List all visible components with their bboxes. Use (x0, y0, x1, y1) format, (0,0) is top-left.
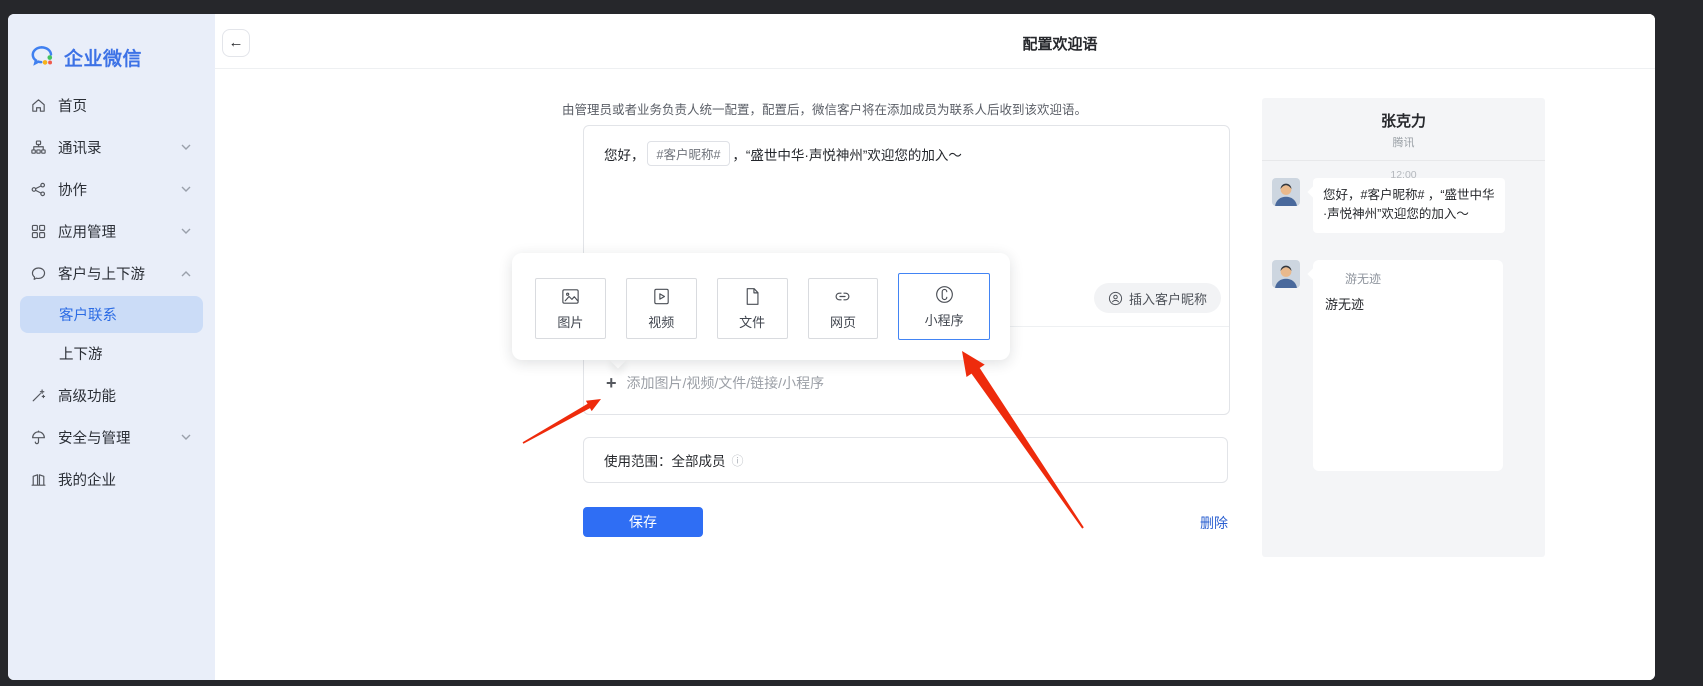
logo-text: 企业微信 (64, 44, 142, 71)
advanced-features-icon (30, 387, 47, 404)
chevron-down-icon (181, 186, 191, 193)
main-header: ← 配置欢迎语 (215, 14, 1655, 69)
person-circle-icon (1108, 291, 1123, 306)
greeting-prefix: 您好， (604, 144, 645, 164)
sidebar-item-customer-upstream[interactable]: 客户与上下游 (8, 252, 215, 294)
info-icon: ⓘ (732, 452, 744, 469)
app-management-icon (30, 223, 47, 240)
greeting-suffix: ，“盛世中华·声悦神州”欢迎您的加入～ (732, 144, 962, 164)
chat-preview-panel: 张克力 腾讯 12:00 您好，#客户昵称# ，“盛世中华·声悦神州”欢迎您的加… (1262, 98, 1545, 557)
popup-option-miniprogram[interactable]: 小程序 (898, 273, 990, 340)
instruction-text: 由管理员或者业务负责人统一配置，配置后，微信客户将在添加成员为联系人后收到该欢迎… (562, 99, 1087, 118)
sidebar-item-customer-contact[interactable]: 客户联系 (20, 296, 203, 333)
popup-option-label: 小程序 (925, 310, 964, 329)
miniprogram-source-name: 游无迹 (1345, 270, 1381, 287)
wecom-logo[interactable]: 企业微信 (8, 14, 215, 72)
sidebar-item-label: 协作 (58, 179, 181, 200)
miniprogram-title: 游无迹 (1325, 294, 1491, 313)
miniprogram-cover-logo (1352, 333, 1464, 425)
sidebar-item-label: 高级功能 (58, 385, 215, 406)
app-window: 企业微信 首页 通讯录 协作 应用 (8, 14, 1655, 680)
sidebar-nav: 首页 通讯录 协作 应用管理 (8, 84, 215, 500)
message-bubble: 您好，#客户昵称# ，“盛世中华·声悦神州”欢迎您的加入～ (1313, 178, 1505, 233)
image-icon (560, 286, 581, 307)
preview-message-text: 您好，#客户昵称# ，“盛世中华·声悦神州”欢迎您的加入～ (1272, 178, 1505, 233)
delete-link[interactable]: 删除 (583, 513, 1228, 533)
chevron-down-icon (181, 434, 191, 441)
popup-option-label: 视频 (648, 312, 674, 331)
file-icon (742, 286, 763, 307)
wecom-logo-icon (30, 44, 56, 70)
collaboration-icon (30, 181, 47, 198)
miniprogram-icon (934, 284, 955, 305)
preview-divider (1262, 160, 1545, 161)
usage-scope-text: 使用范围：全部成员 (604, 450, 726, 470)
customer-nickname-tag: #客户昵称# (647, 141, 731, 166)
sidebar-item-my-company[interactable]: 我的企业 (8, 458, 215, 500)
sidebar-item-upstream-downstream[interactable]: 上下游 (20, 335, 203, 372)
popup-option-webpage[interactable]: 网页 (808, 278, 879, 339)
miniprogram-card: 游无迹 游无迹 (1313, 260, 1503, 471)
contacts-icon (30, 139, 47, 156)
security-icon (30, 429, 47, 446)
page-title: 配置欢迎语 (1022, 33, 1097, 54)
sidebar-item-label: 安全与管理 (58, 427, 181, 448)
sidebar-item-label: 首页 (58, 95, 215, 116)
sidebar-item-advanced-features[interactable]: 高级功能 (8, 374, 215, 416)
add-attachment-button[interactable]: + 添加图片/视频/文件/链接/小程序 (606, 368, 824, 398)
sidebar-item-label: 客户联系 (59, 304, 117, 325)
screenshot-frame: 企业微信 首页 通讯录 协作 应用 (0, 0, 1703, 686)
sidebar-item-security-management[interactable]: 安全与管理 (8, 416, 215, 458)
sidebar-item-home[interactable]: 首页 (8, 84, 215, 126)
webpage-link-icon (832, 286, 853, 307)
sidebar-item-collaboration[interactable]: 协作 (8, 168, 215, 210)
usage-scope-field[interactable]: 使用范围：全部成员 ⓘ (583, 437, 1228, 483)
avatar (1272, 178, 1300, 206)
insert-nickname-label: 插入客户昵称 (1129, 289, 1207, 308)
avatar (1272, 260, 1300, 288)
preview-message-miniprogram: 游无迹 游无迹 (1272, 260, 1503, 471)
chevron-down-icon (181, 144, 191, 151)
popup-option-video[interactable]: 视频 (626, 278, 697, 339)
popup-option-label: 图片 (557, 312, 583, 331)
back-button[interactable]: ← (222, 29, 250, 57)
my-company-icon (30, 471, 47, 488)
sidebar-item-label: 客户与上下游 (58, 263, 181, 284)
attachment-type-popup: 图片 视频 文件 网页 小程序 (512, 253, 1010, 360)
contact-name: 张克力 (1262, 98, 1545, 131)
home-icon (30, 97, 47, 114)
sidebar: 企业微信 首页 通讯录 协作 应用 (8, 14, 215, 680)
main-area: ← 配置欢迎语 由管理员或者业务负责人统一配置，配置后，微信客户将在添加成员为联… (215, 14, 1655, 680)
popup-option-label: 文件 (739, 312, 765, 331)
sidebar-item-contacts[interactable]: 通讯录 (8, 126, 215, 168)
plus-icon: + (606, 374, 617, 392)
miniprogram-source-icon (1325, 272, 1340, 285)
popup-option-image[interactable]: 图片 (535, 278, 606, 339)
insert-nickname-button[interactable]: 插入客户昵称 (1094, 283, 1221, 313)
popup-option-file[interactable]: 文件 (717, 278, 788, 339)
chevron-up-icon (181, 270, 191, 277)
sidebar-item-app-management[interactable]: 应用管理 (8, 210, 215, 252)
popup-option-label: 网页 (830, 312, 856, 331)
contact-company: 腾讯 (1262, 134, 1545, 150)
welcome-message-text: 您好， #客户昵称# ，“盛世中华·声悦神州”欢迎您的加入～ (604, 141, 962, 166)
sidebar-item-label: 应用管理 (58, 221, 181, 242)
sidebar-item-label: 上下游 (59, 343, 103, 364)
video-icon (651, 286, 672, 307)
customer-upstream-icon (30, 265, 47, 282)
sidebar-item-label: 通讯录 (58, 137, 181, 158)
add-attachment-label: 添加图片/视频/文件/链接/小程序 (627, 373, 825, 393)
chevron-down-icon (181, 228, 191, 235)
sidebar-item-label: 我的企业 (58, 469, 215, 490)
miniprogram-card-header: 游无迹 (1325, 270, 1491, 287)
